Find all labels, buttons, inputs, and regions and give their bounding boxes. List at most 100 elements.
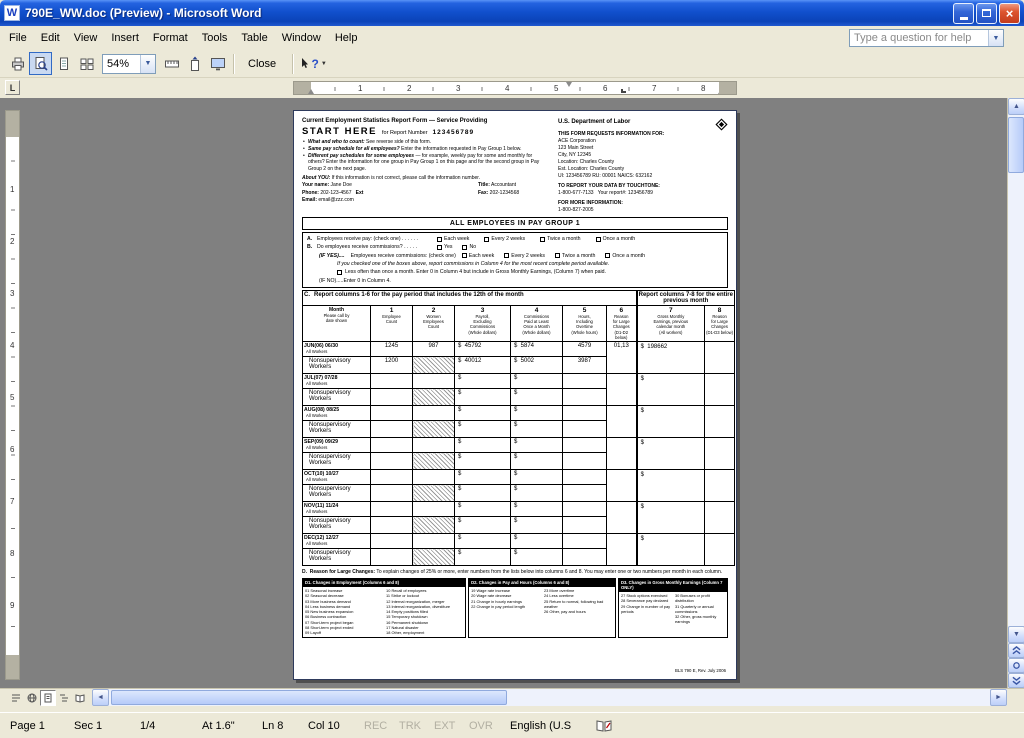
- document-page[interactable]: Current Employment Statistics Report For…: [293, 110, 737, 680]
- scroll-left-button[interactable]: ◄: [92, 689, 109, 706]
- zoom-dropdown-icon[interactable]: ▼: [140, 55, 155, 73]
- tab-selector[interactable]: L: [5, 80, 20, 95]
- cell-reason-6: [607, 470, 637, 502]
- cell-employee-count: [371, 534, 413, 549]
- menu-item-window[interactable]: Window: [275, 28, 328, 48]
- checkbox-icon: [484, 237, 489, 242]
- cell-payroll: $: [455, 502, 511, 517]
- cell-reason-8: [705, 438, 735, 470]
- checkbox-icon: [596, 237, 601, 242]
- d3-list: 27 Stock options exercised28 Severance p…: [619, 592, 727, 627]
- vertical-scrollbar[interactable]: ▲ ▼: [1007, 98, 1024, 688]
- menu-item-insert[interactable]: Insert: [104, 28, 146, 48]
- close-preview-button[interactable]: Close: [240, 54, 286, 74]
- horizontal-scroll-thumb[interactable]: [111, 690, 507, 705]
- cell-hours: [563, 534, 607, 549]
- section-c-right-text: Report columns 7-8 for the entire previo…: [637, 290, 735, 305]
- question-help-input[interactable]: Type a question for help ▼: [849, 29, 1004, 47]
- ruler-number: 5: [553, 84, 559, 93]
- dol-logo-icon: [715, 118, 728, 131]
- company-est-location: Est. Location: Charles County: [558, 166, 728, 173]
- option-label: Each week: [469, 252, 494, 260]
- menu-item-file[interactable]: File: [2, 28, 34, 48]
- menu-item-tools[interactable]: Tools: [195, 28, 235, 48]
- menu-item-edit[interactable]: Edit: [34, 28, 67, 48]
- shrink-to-fit-button[interactable]: [183, 52, 206, 75]
- scroll-up-button[interactable]: ▲: [1008, 98, 1024, 115]
- cell-commissions: $: [511, 470, 563, 485]
- spelling-status-icon[interactable]: [596, 720, 612, 732]
- select-browse-object-button[interactable]: [1008, 658, 1024, 673]
- frequency-option: Twice a month: [555, 252, 595, 260]
- title-label: Title:: [478, 182, 490, 188]
- menu-item-table[interactable]: Table: [234, 28, 274, 48]
- print-layout-view-button[interactable]: [40, 690, 56, 706]
- multiple-pages-button[interactable]: [75, 52, 98, 75]
- menu-item-format[interactable]: Format: [146, 28, 195, 48]
- ruler-icon: [164, 56, 180, 72]
- section-a-text: Employees receive pay: (check one) . . .…: [317, 235, 437, 243]
- chevron-down-icon[interactable]: ▼: [988, 30, 1003, 46]
- document-area[interactable]: Current Employment Statistics Report For…: [26, 98, 1007, 688]
- restore-button[interactable]: [976, 3, 997, 24]
- frequency-option: Each week: [462, 252, 494, 260]
- scroll-down-button[interactable]: ▼: [1008, 626, 1024, 643]
- table-header-row: MonthPlease call bydate shown1EmployeeCo…: [303, 305, 735, 341]
- scroll-right-button[interactable]: ►: [990, 689, 1007, 706]
- cell-commissions: $: [511, 517, 563, 534]
- d1-heading: D1. Changes in Employment (Columns 6 and…: [303, 579, 465, 587]
- cell-reason-6: [607, 406, 637, 438]
- close-window-button[interactable]: ×: [999, 3, 1020, 24]
- report-number-label: for Report Number: [382, 130, 428, 136]
- cell-hours: 4579: [563, 342, 607, 357]
- previous-page-button[interactable]: [1008, 643, 1024, 658]
- next-page-button[interactable]: [1008, 673, 1024, 688]
- outline-view-button[interactable]: [56, 690, 72, 706]
- section-a-label: A.: [307, 235, 317, 243]
- help-button[interactable]: ? ▼: [297, 52, 331, 75]
- reading-layout-view-button[interactable]: [72, 690, 88, 706]
- status-mode-rec[interactable]: REC: [364, 720, 399, 732]
- view-ruler-button[interactable]: [160, 52, 183, 75]
- horizontal-scrollbar-row: ◄ ►: [0, 688, 1024, 706]
- full-screen-button[interactable]: [206, 52, 229, 75]
- zoom-value: 54%: [103, 58, 140, 70]
- vertical-ruler-band[interactable]: 123456789: [5, 110, 20, 680]
- d3-heading: D3. Changes in Gross Monthly Earnings (C…: [619, 579, 727, 592]
- horizontal-scroll-track[interactable]: [109, 689, 990, 706]
- cell-payroll: $: [455, 517, 511, 534]
- magnifier-button[interactable]: [29, 52, 52, 75]
- web-layout-view-button[interactable]: [24, 690, 40, 706]
- option-label: Once a month: [612, 252, 645, 260]
- normal-view-button[interactable]: [8, 690, 24, 706]
- word-app-icon[interactable]: W: [4, 5, 20, 21]
- horizontal-ruler-band[interactable]: 12345678: [293, 81, 737, 95]
- left-indent-marker[interactable]: [308, 89, 314, 94]
- zoom-combobox[interactable]: 54% ▼: [102, 54, 156, 74]
- tab-stop-marker[interactable]: [621, 89, 626, 93]
- vertical-scroll-track[interactable]: [1008, 115, 1024, 626]
- cell-women-count: [413, 502, 455, 517]
- checkbox-icon: [540, 237, 545, 242]
- about-you-line: About YOU: If this information is not co…: [302, 175, 550, 181]
- menu-item-view[interactable]: View: [67, 28, 105, 48]
- cell-payroll: $ 45792: [455, 342, 511, 357]
- status-mode-trk[interactable]: TRK: [399, 720, 434, 732]
- first-line-indent-marker[interactable]: [566, 82, 572, 87]
- status-mode-ext[interactable]: EXT: [434, 720, 469, 732]
- nonsupervisory-label: Nonsupervisory Workers: [303, 453, 371, 470]
- vertical-scroll-thumb[interactable]: [1008, 117, 1024, 173]
- frequency-option: Each week: [437, 235, 469, 243]
- checkbox-icon: [437, 245, 442, 250]
- menu-item-help[interactable]: Help: [328, 28, 365, 48]
- status-bar: Page 1 Sec 1 1/4 At 1.6" Ln 8 Col 10 REC…: [0, 712, 1024, 738]
- cell-employee-count: [371, 502, 413, 517]
- status-mode-ovr[interactable]: OVR: [469, 720, 504, 732]
- title-bar[interactable]: W 790E_WW.doc (Preview) - Microsoft Word…: [0, 0, 1024, 26]
- minimize-button[interactable]: [953, 3, 974, 24]
- one-page-button[interactable]: [52, 52, 75, 75]
- right-indent-marker[interactable]: [718, 89, 724, 94]
- touchtone-heading: TO REPORT YOUR DATA BY TOUCHTONE:: [558, 183, 728, 190]
- print-button[interactable]: [6, 52, 29, 75]
- start-here-row: START HERE for Report Number 123456789: [302, 126, 550, 137]
